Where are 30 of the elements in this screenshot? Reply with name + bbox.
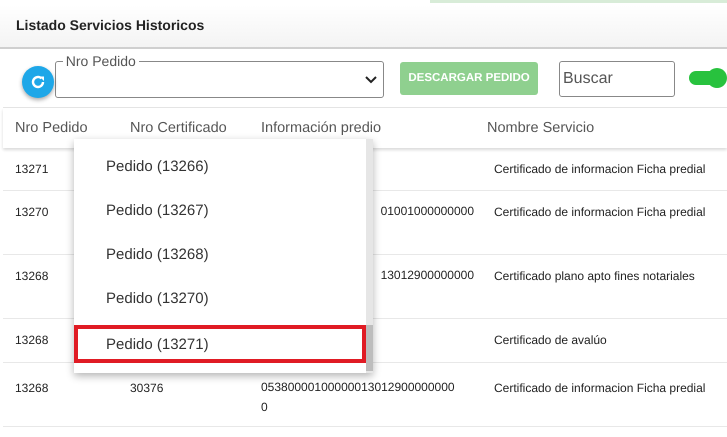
column-header: Nro Certificado	[129, 120, 228, 136]
menu-item[interactable]: Pedido (13270)	[74, 276, 366, 320]
table-cell: 30376	[130, 381, 164, 395]
table-cell: 13271	[15, 162, 48, 176]
table-cell-text: 05380000100000013012900000000 0	[261, 379, 456, 416]
page-title: Listado Servicios Historicos	[16, 17, 204, 33]
refresh-button[interactable]	[22, 66, 54, 98]
table-cell: Certificado de informacion Ficha predial	[494, 162, 706, 176]
toggle-switch[interactable]	[689, 68, 727, 88]
table-cell-text: 01001000000000	[380, 203, 474, 220]
menu-item[interactable]: Pedido (13267)	[74, 188, 366, 232]
table-cell: Certificado de informacion Ficha predial	[494, 205, 706, 219]
table-cell: 13270	[15, 205, 48, 219]
column-header: Nro Pedido	[14, 120, 89, 136]
table-cell: Certificado de informacion Ficha predial	[494, 381, 706, 395]
column-header: Información predio	[260, 120, 382, 136]
chevron-icon	[364, 74, 378, 84]
scrollbar[interactable]	[366, 139, 373, 373]
table-cell: Certificado de avalúo	[494, 333, 607, 347]
menu-item[interactable]: Pedido (13271)	[74, 325, 366, 363]
table-cell-text: 13012900000000	[380, 267, 474, 284]
table-cell: Certificado plano apto fines notariales	[494, 269, 695, 283]
table-cell: 13268	[15, 381, 48, 395]
menu-item[interactable]: Pedido (13266)	[74, 144, 366, 188]
column-header: Nombre Servicio	[486, 120, 596, 136]
search-field[interactable]: Buscar	[559, 61, 675, 97]
table-cell: 13268	[15, 269, 48, 283]
menu-item[interactable]: Pedido (13268)	[74, 232, 366, 276]
select-label: Nro Pedido	[62, 52, 139, 68]
table-cell: 13268	[15, 333, 48, 347]
